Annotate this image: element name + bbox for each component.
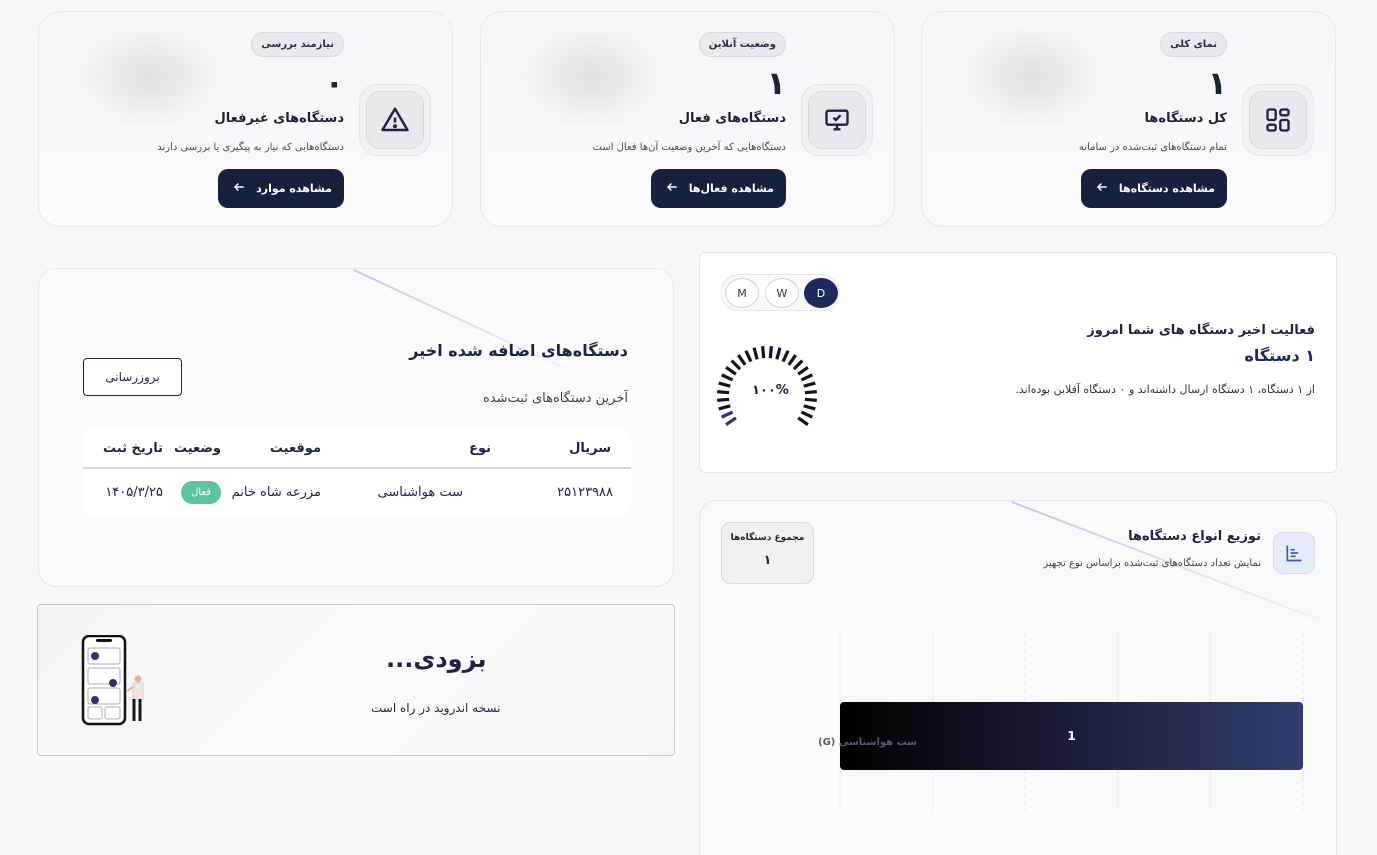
stat-description: دستگاه‌هایی که نیاز به پیگیری یا بررسی د… bbox=[157, 142, 344, 153]
table-row[interactable]: ۲۵۱۲۳۹۸۸ ست هواشناسی مزرعه شاه خانم فعال… bbox=[83, 469, 631, 515]
status-badge: نیازمند بررسی bbox=[251, 32, 344, 57]
button-label: مشاهده فعال‌ها bbox=[688, 182, 774, 195]
cell-serial: ۲۵۱۲۳۹۸۸ bbox=[557, 484, 613, 500]
stat-value: ۱ bbox=[1207, 64, 1227, 102]
stat-card-total: نمای کلی ۱ کل دستگاه‌ها تمام دستگاه‌های … bbox=[921, 11, 1336, 227]
coming-soon-subtitle: نسخه اندروید در راه است bbox=[371, 701, 501, 715]
gauge-tick bbox=[721, 410, 734, 419]
activity-description: از ۱ دستگاه، ۱ دستگاه ارسال داشته‌اند و … bbox=[1015, 383, 1315, 396]
arrow-left-icon bbox=[232, 180, 246, 197]
coming-soon-card: بزودی... نسخه اندروید در راه است bbox=[37, 604, 675, 756]
period-month-button[interactable]: M bbox=[725, 278, 759, 308]
period-toggle: M W D bbox=[721, 274, 840, 311]
gauge-tick bbox=[737, 354, 747, 366]
gauge-tick bbox=[761, 346, 766, 359]
gauge-tick bbox=[717, 390, 730, 395]
monitor-check-icon bbox=[825, 109, 849, 131]
gauge-tick bbox=[718, 381, 731, 388]
gauge-tick bbox=[768, 346, 773, 359]
card-decoration bbox=[69, 22, 229, 132]
gauge-tick bbox=[730, 359, 742, 371]
recent-devices-title: دستگاه‌های اضافه شده اخیر bbox=[409, 341, 628, 360]
stat-title: کل دستگاه‌ها bbox=[1144, 111, 1227, 126]
card-decoration bbox=[353, 269, 590, 381]
gauge-tick bbox=[725, 416, 737, 426]
gauge-tick bbox=[718, 404, 731, 411]
column-header-serial: سریال bbox=[569, 440, 611, 456]
distribution-chart: 1 ست هواشناسی (G) bbox=[818, 633, 1304, 811]
period-day-button[interactable]: D bbox=[804, 278, 838, 308]
device-distribution-card: توزیع انواع دستگاه‌ها نمایش تعداد دستگاه… bbox=[699, 500, 1337, 855]
arrow-left-icon bbox=[1095, 180, 1109, 197]
refresh-button[interactable]: بروزرسانی bbox=[83, 358, 182, 396]
stat-value: ۰ bbox=[324, 64, 344, 102]
status-badge: وضعیت آنلاین bbox=[698, 32, 786, 57]
gauge-tick bbox=[752, 347, 759, 360]
phone-illustration bbox=[81, 635, 144, 726]
stat-card-inactive: نیازمند بررسی ۰ دستگاه‌های غیرفعال دستگا… bbox=[38, 11, 453, 227]
devices-table: سریال نوع موقعیت وضعیت تاریخ ثبت ۲۵۱۲۳۹۸… bbox=[83, 429, 631, 515]
gauge-tick bbox=[781, 350, 790, 363]
gauge-tick bbox=[800, 410, 813, 419]
column-header-date: تاریخ ثبت bbox=[103, 440, 163, 456]
warning-icon bbox=[381, 107, 409, 132]
gauge-tick bbox=[800, 373, 813, 382]
button-label: مشاهده دستگاه‌ها bbox=[1118, 182, 1215, 195]
status-badge: نمای کلی bbox=[1160, 32, 1227, 57]
cell-date: ۱۴۰۵/۳/۲۵ bbox=[105, 484, 163, 500]
button-label: مشاهده موارد bbox=[256, 182, 332, 195]
card-decoration bbox=[952, 22, 1112, 132]
gauge-tick bbox=[804, 390, 817, 395]
recent-devices-subtitle: آخرین دستگاه‌های ثبت‌شده bbox=[483, 391, 628, 406]
column-header-status: وضعیت bbox=[173, 440, 221, 456]
stat-description: تمام دستگاه‌های ثبت‌شده در سامانه bbox=[1078, 142, 1227, 153]
column-header-type: نوع bbox=[469, 440, 491, 456]
card-decoration bbox=[511, 22, 671, 132]
gauge-tick bbox=[803, 404, 816, 411]
stat-title: دستگاه‌های غیرفعال bbox=[214, 111, 345, 126]
gauge-tick bbox=[797, 366, 809, 376]
gauge-tick bbox=[804, 397, 817, 402]
cell-status: فعال bbox=[163, 480, 233, 504]
view-items-button[interactable]: مشاهده موارد bbox=[218, 169, 344, 208]
recent-devices-card: دستگاه‌های اضافه شده اخیر آخرین دستگاه‌ه… bbox=[38, 268, 674, 587]
table-header: سریال نوع موقعیت وضعیت تاریخ ثبت bbox=[83, 429, 631, 469]
period-week-button[interactable]: W bbox=[765, 278, 799, 308]
gauge-tick bbox=[803, 381, 816, 388]
stat-value: ۱ bbox=[766, 64, 786, 102]
bar-value-label: 1 bbox=[1067, 729, 1075, 743]
cell-type: ست هواشناسی bbox=[377, 484, 463, 500]
activity-card: M W D فعالیت اخیر دستگاه های شما امروز ۱… bbox=[699, 252, 1337, 473]
gauge-tick bbox=[787, 354, 797, 366]
gauge-tick bbox=[792, 359, 804, 371]
column-header-location: موقعیت bbox=[269, 440, 321, 456]
view-active-button[interactable]: مشاهده فعال‌ها bbox=[650, 169, 786, 208]
stat-description: دستگاه‌هایی که آخرین وضعیت آن‌ها فعال اس… bbox=[592, 142, 786, 153]
gauge-percentage: ۱۰۰% bbox=[752, 383, 789, 398]
arrow-left-icon bbox=[665, 180, 679, 197]
gauge-tick bbox=[717, 397, 730, 402]
gauge-tick bbox=[744, 350, 753, 363]
category-label: ست هواشناسی (G) bbox=[818, 737, 917, 748]
view-devices-button[interactable]: مشاهده دستگاه‌ها bbox=[1080, 169, 1227, 208]
stat-card-active: وضعیت آنلاین ۱ دستگاه‌های فعال دستگاه‌ها… bbox=[480, 11, 895, 227]
status-badge: فعال bbox=[181, 480, 221, 504]
cell-location: مزرعه شاه خانم bbox=[231, 484, 321, 500]
activity-title: فعالیت اخیر دستگاه های شما امروز bbox=[1087, 323, 1315, 338]
stat-icon-box bbox=[801, 84, 873, 156]
gauge-tick bbox=[725, 366, 737, 376]
activity-gauge: ۱۰۰% bbox=[712, 341, 822, 437]
grid-icon bbox=[1266, 108, 1290, 132]
stat-icon-box bbox=[359, 84, 431, 156]
gauge-tick bbox=[775, 347, 782, 360]
stat-title: دستگاه‌های فعال bbox=[678, 111, 786, 126]
gauge-tick bbox=[797, 416, 809, 426]
activity-count: ۱ دستگاه bbox=[1244, 346, 1315, 365]
stat-icon-box bbox=[1242, 84, 1314, 156]
gauge-tick bbox=[721, 373, 734, 382]
coming-soon-title: بزودی... bbox=[386, 645, 487, 673]
